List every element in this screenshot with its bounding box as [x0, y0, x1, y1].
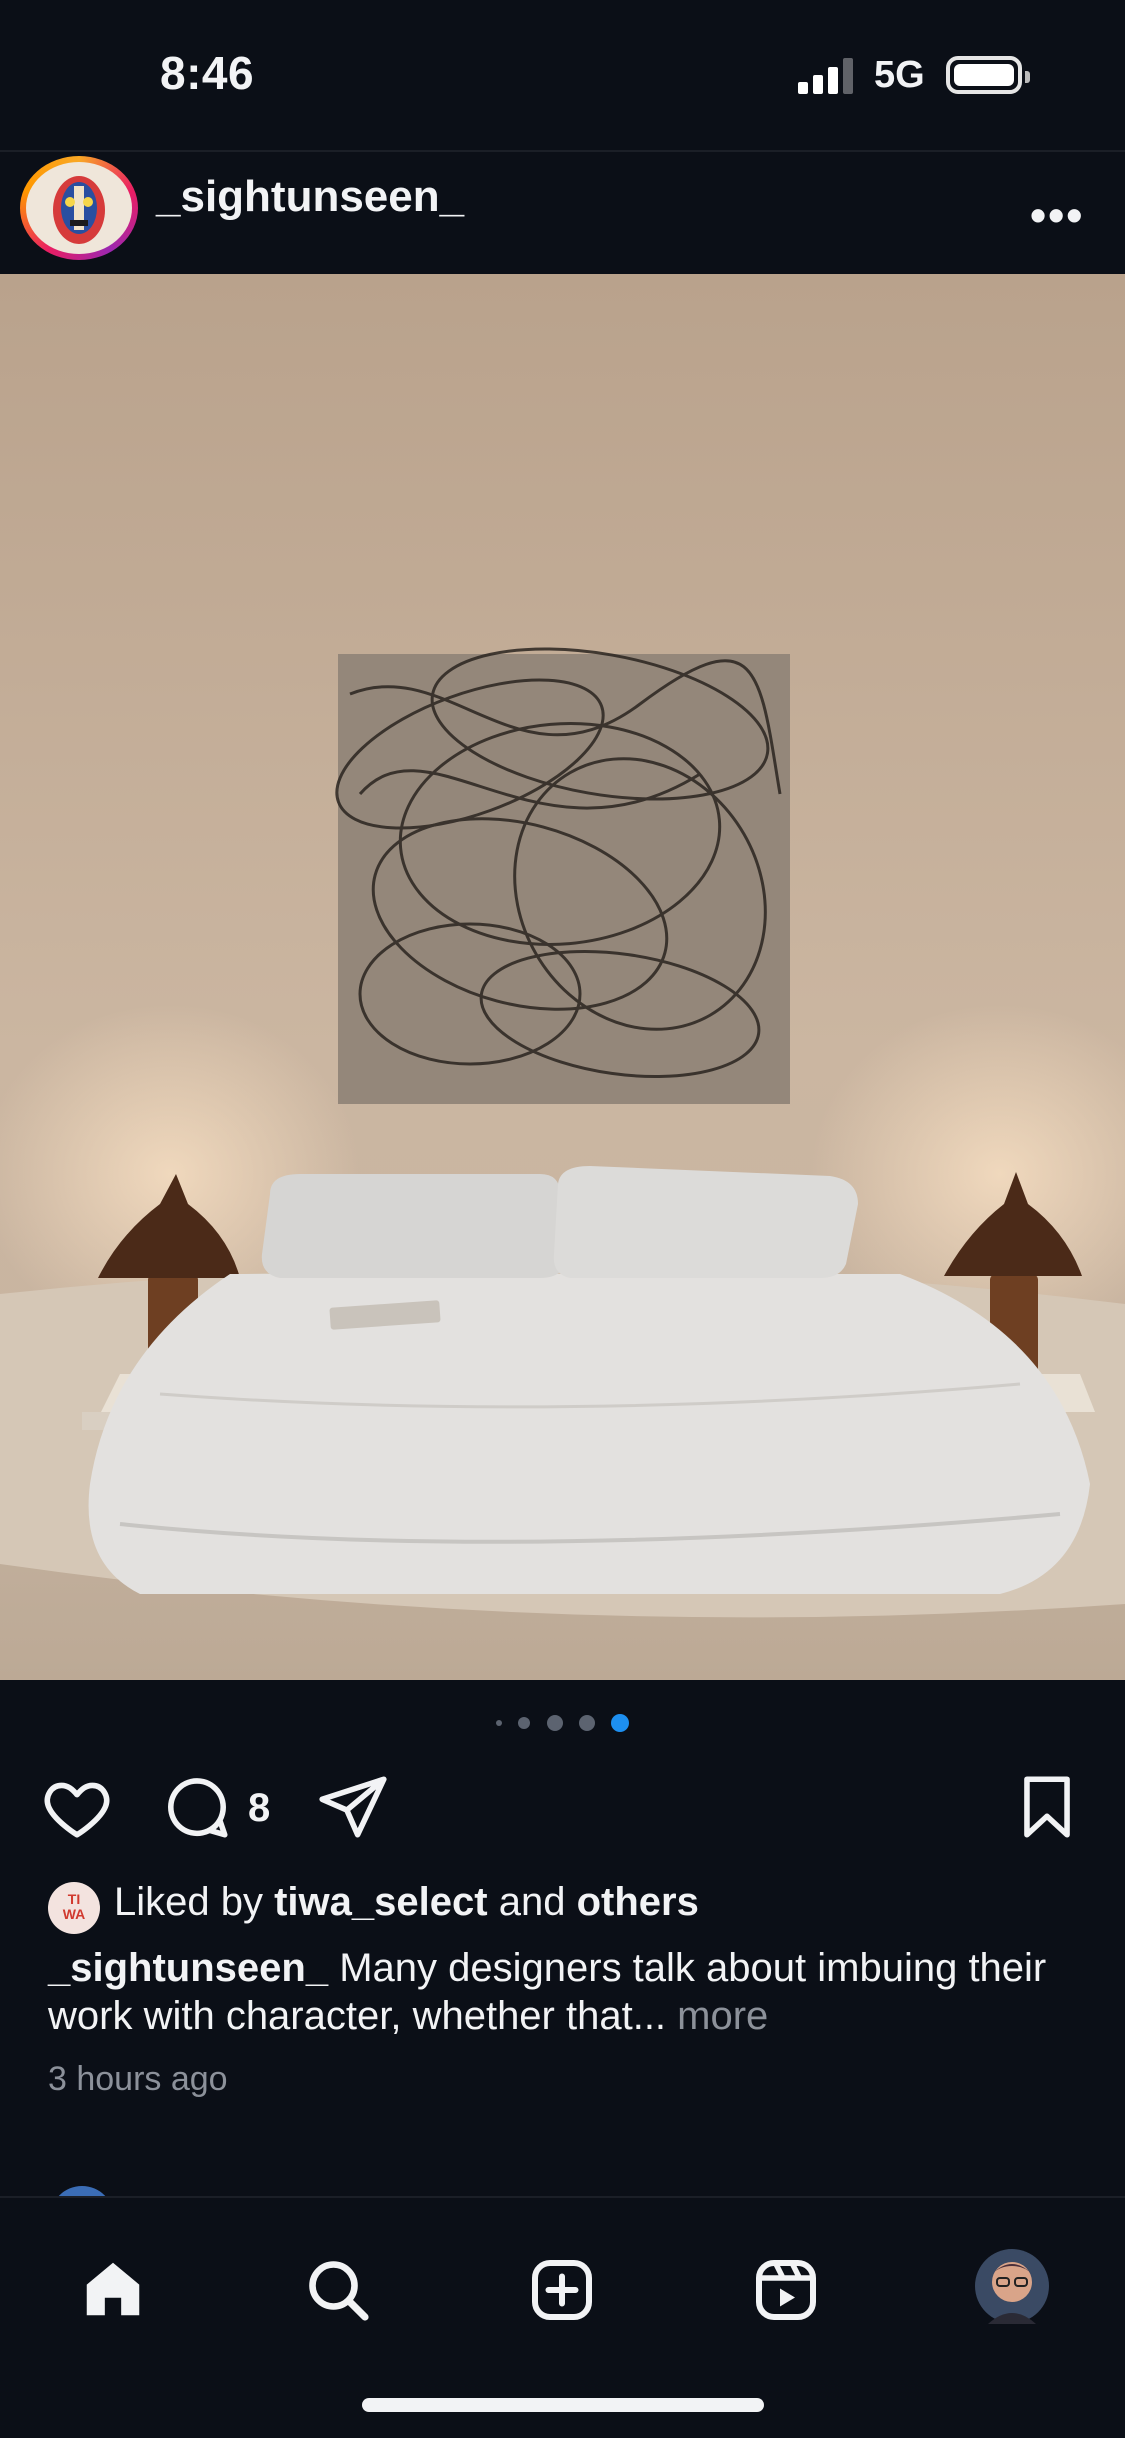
- network-type: 5G: [874, 54, 925, 96]
- post-caption: _sightunseen_ Many designers talk about …: [48, 1944, 1088, 2040]
- pager-dot-active: [611, 1714, 630, 1732]
- post-header: _sightunseen_ •••: [0, 150, 1125, 276]
- pager-dot: [546, 1715, 563, 1731]
- status-bar: 8:46 5G: [0, 0, 1125, 150]
- post-actions: 8: [0, 1770, 1125, 1846]
- create-icon[interactable]: [526, 2254, 598, 2331]
- reels-icon[interactable]: [750, 2254, 822, 2331]
- share-icon[interactable]: [316, 1770, 390, 1849]
- home-indicator[interactable]: [362, 2398, 764, 2412]
- liked-others-link[interactable]: others: [577, 1880, 699, 1924]
- home-icon[interactable]: [78, 2254, 148, 2329]
- pager-dot: [578, 1715, 595, 1731]
- avatar-mask-artwork: [53, 176, 105, 244]
- comment-icon[interactable]: [160, 1770, 234, 1849]
- post-image[interactable]: [0, 274, 1125, 1680]
- liked-by-text: Liked by tiwa_select and others: [114, 1880, 699, 1924]
- post-username[interactable]: _sightunseen_: [156, 172, 464, 222]
- cellular-signal-icon: [798, 58, 854, 94]
- caption-username[interactable]: _sightunseen_: [48, 1946, 328, 1990]
- bedroom-photo: [0, 274, 1125, 1680]
- bookmark-icon[interactable]: [1010, 1770, 1084, 1849]
- pager-dot: [495, 1720, 502, 1726]
- profile-avatar[interactable]: [974, 2248, 1050, 2329]
- caption-more-link[interactable]: more: [677, 1994, 768, 2038]
- liker-username[interactable]: tiwa_select: [274, 1880, 487, 1924]
- battery-icon: [946, 56, 1030, 94]
- post-timestamp: 3 hours ago: [48, 2060, 228, 2098]
- liker-avatar[interactable]: TI WA: [48, 1882, 100, 1934]
- status-time: 8:46: [160, 47, 255, 99]
- more-horizontal-icon[interactable]: •••: [1030, 188, 1084, 242]
- pager-dot: [518, 1717, 531, 1729]
- heart-icon[interactable]: [40, 1770, 114, 1849]
- carousel-pager: [0, 1714, 1125, 1734]
- search-icon[interactable]: [302, 2254, 374, 2331]
- story-avatar[interactable]: [20, 156, 138, 260]
- comment-count[interactable]: 8: [248, 1786, 270, 1831]
